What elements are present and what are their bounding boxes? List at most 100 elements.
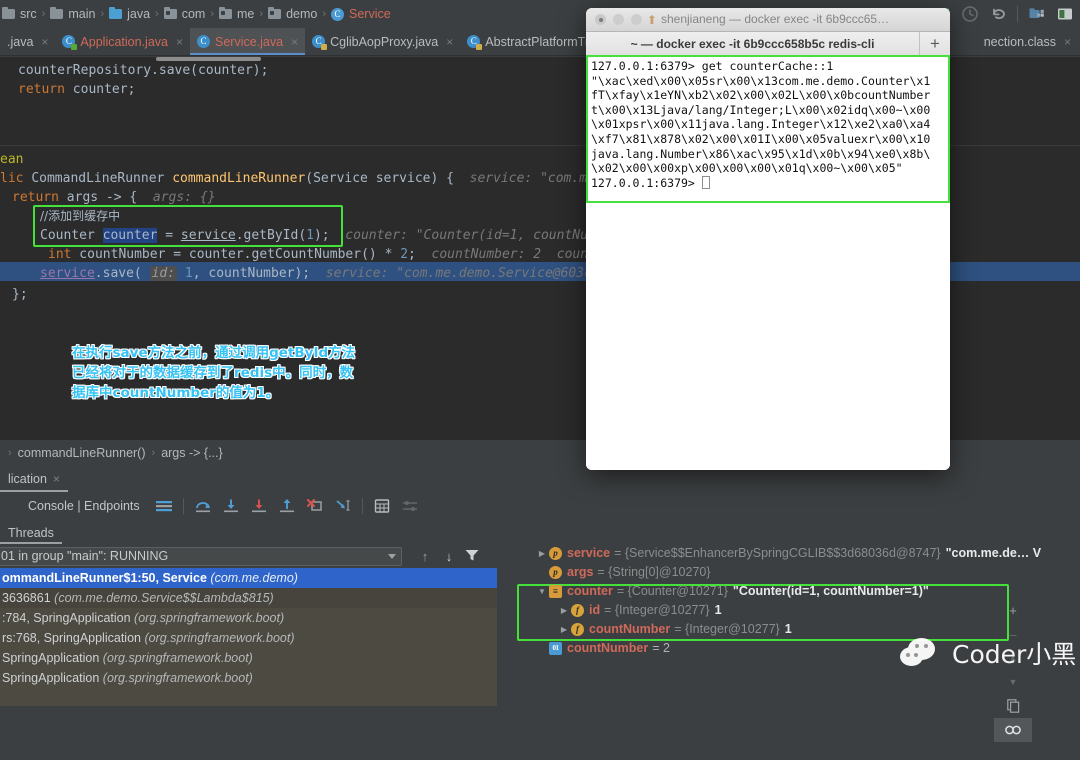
main-toolbar: [933, 2, 1074, 26]
close-icon[interactable]: ×: [53, 472, 60, 486]
variables-tree[interactable]: ▶ p service = {Service$$EnhancerBySpring…: [535, 544, 1080, 706]
terminal-body[interactable]: 127.0.0.1:6379> get counterCache::1 "\xa…: [586, 55, 950, 470]
toolbar-divider: [1017, 6, 1018, 22]
tab-nection-class[interactable]: nection.class ×: [977, 28, 1078, 56]
expand-arrow-icon[interactable]: ▶: [557, 601, 571, 620]
breadcrumb-item-main[interactable]: main ›: [50, 7, 109, 21]
close-icon[interactable]: ×: [176, 35, 183, 49]
breadcrumb-item-demo[interactable]: demo ›: [268, 7, 331, 21]
nav-item-commandlinerunner[interactable]: commandLineRunner(): [18, 446, 146, 460]
new-tab-button[interactable]: +: [919, 32, 950, 56]
idea-window: src › main › java › com › me › demo ›: [0, 0, 1080, 706]
tab-abstractplatformtr[interactable]: C AbstractPlatformTr: [460, 28, 596, 55]
variable-value: "Counter(id=1, countNumber=1)": [733, 582, 929, 601]
expand-arrow-icon[interactable]: ▶: [535, 544, 549, 563]
variable-value: "com.me.de… V: [946, 544, 1042, 563]
debug-toolbar: Console | Endpoints: [0, 492, 1080, 520]
stack-frame[interactable]: 3636861 (com.me.demo.Service$$Lambda$815…: [0, 588, 497, 608]
variable-row-args[interactable]: p args = {String[0]@10270}: [535, 563, 1080, 582]
chevron-down-icon[interactable]: [388, 554, 396, 559]
evaluate-expression-button[interactable]: [371, 495, 393, 517]
tab-application-java[interactable]: C Application.java ×: [55, 28, 190, 55]
primitive-icon: 01: [549, 642, 562, 655]
variable-row-counter[interactable]: ▼ ≡ counter = {Counter@10271} "Counter(i…: [535, 582, 1080, 601]
threads-pane: 01 in group "main": RUNNING ↑ ↓ ommandLi…: [0, 544, 497, 706]
code-line-close: };: [12, 285, 28, 304]
close-icon[interactable]: ×: [41, 35, 48, 49]
undo-icon[interactable]: [989, 5, 1007, 23]
upload-icon: ⬆: [647, 13, 657, 27]
close-icon[interactable]: ×: [1064, 35, 1071, 49]
window-icon[interactable]: [1056, 5, 1074, 23]
thread-selector-value: 01 in group "main": RUNNING: [1, 549, 168, 563]
tab-cglibaopproxy-java[interactable]: C CglibAopProxy.java ×: [305, 28, 460, 55]
code-line-save: service.save( id: 1, countNumber); servi…: [40, 264, 631, 283]
breadcrumb-separator: ›: [155, 8, 159, 20]
java-spring-icon: C: [62, 35, 75, 48]
package-icon: [164, 9, 177, 19]
run-tab-application[interactable]: lication ×: [0, 466, 68, 492]
tab-java[interactable]: .java ×: [0, 28, 55, 55]
variables-pane: + – ▲ ▼ ▶ p service = {Service$$Enhance: [497, 520, 1080, 706]
variable-value: 1: [715, 601, 722, 620]
stack-frame[interactable]: ommandLineRunner$1:50, Service (com.me.d…: [0, 568, 497, 588]
stack-frame[interactable]: rs:768, SpringApplication (org.springfra…: [0, 628, 497, 648]
breadcrumb-label: demo: [286, 7, 317, 21]
console-view-button[interactable]: [153, 495, 175, 517]
variable-name: service: [567, 544, 610, 563]
terminal-tab[interactable]: ~ — docker exec -it 6b9ccc658b5c redis-c…: [586, 37, 919, 51]
close-icon[interactable]: ×: [446, 35, 453, 49]
step-into-button[interactable]: [220, 495, 242, 517]
expand-arrow-icon[interactable]: ▶: [557, 620, 571, 639]
thread-selector[interactable]: 01 in group "main": RUNNING: [0, 547, 402, 566]
step-out-button[interactable]: [276, 495, 298, 517]
console-endpoints-label[interactable]: Console | Endpoints: [0, 499, 150, 513]
code-line-bean: ean: [0, 150, 23, 169]
terminal-window-title: ⬆shenjianeng — docker exec -it 6b9ccc65…: [586, 12, 950, 27]
threads-label[interactable]: Threads: [0, 526, 62, 544]
collapse-arrow-icon[interactable]: ▼: [535, 582, 549, 601]
clock-icon[interactable]: [961, 5, 979, 23]
tab-label: AbstractPlatformTr: [485, 35, 589, 49]
variable-row-service[interactable]: ▶ p service = {Service$$EnhancerBySpring…: [535, 544, 1080, 563]
stack-frame[interactable]: SpringApplication (org.springframework.b…: [0, 648, 497, 668]
stack-frame[interactable]: SpringApplication (org.springframework.b…: [0, 668, 497, 688]
tab-label: nection.class: [984, 35, 1056, 49]
settings-button[interactable]: [399, 495, 421, 517]
breadcrumb-item-service[interactable]: C Service: [331, 7, 391, 21]
run-to-cursor-button[interactable]: [332, 495, 354, 517]
step-over-button[interactable]: [192, 495, 214, 517]
breadcrumb-item-me[interactable]: me ›: [219, 7, 268, 21]
terminal-title-bar[interactable]: ⬆shenjianeng — docker exec -it 6b9ccc65…: [586, 8, 950, 32]
breadcrumb-separator: ›: [210, 8, 214, 20]
breadcrumb-item-src[interactable]: src ›: [2, 7, 50, 21]
inspect-button[interactable]: [994, 718, 1032, 742]
force-step-into-button[interactable]: [248, 495, 270, 517]
breadcrumb-separator: ›: [259, 8, 263, 20]
briefcase-icon[interactable]: [1028, 5, 1046, 23]
variable-row-id[interactable]: ▶ f id = {Integer@10277} 1: [535, 601, 1080, 620]
call-stack-list[interactable]: ommandLineRunner$1:50, Service (com.me.d…: [0, 568, 497, 706]
breadcrumb-separator: ›: [322, 8, 326, 20]
java-lib-icon: C: [467, 35, 480, 48]
filter-button[interactable]: [464, 548, 480, 567]
breadcrumb-separator: ›: [42, 8, 46, 20]
code-line-1: counterRepository.save(counter);: [18, 61, 268, 80]
stack-frame[interactable]: :784, SpringApplication (org.springframe…: [0, 608, 497, 628]
breadcrumb-item-com[interactable]: com ›: [164, 7, 219, 21]
variable-value: 1: [785, 620, 792, 639]
tab-service-java[interactable]: C Service.java ×: [190, 28, 305, 55]
close-icon[interactable]: ×: [291, 35, 298, 49]
thread-up-button[interactable]: ↑: [414, 546, 436, 566]
annotation-line-3: 据库中countNumber的值为1。: [72, 383, 402, 403]
breadcrumb-item-java[interactable]: java ›: [109, 7, 164, 21]
drop-frame-button[interactable]: [304, 495, 326, 517]
variable-ref: = {Service$$EnhancerBySpringCGLIB$$3d680…: [614, 544, 940, 563]
nav-item-lambda[interactable]: args -> {...}: [161, 446, 223, 460]
variable-ref: = {Counter@10271}: [617, 582, 728, 601]
terminal-window[interactable]: ⬆shenjianeng — docker exec -it 6b9ccc65……: [586, 8, 950, 470]
terminal-cursor: [702, 176, 710, 189]
threads-pane-header: Threads: [0, 520, 200, 544]
tab-label: .java: [7, 35, 33, 49]
thread-down-button[interactable]: ↓: [438, 546, 460, 566]
